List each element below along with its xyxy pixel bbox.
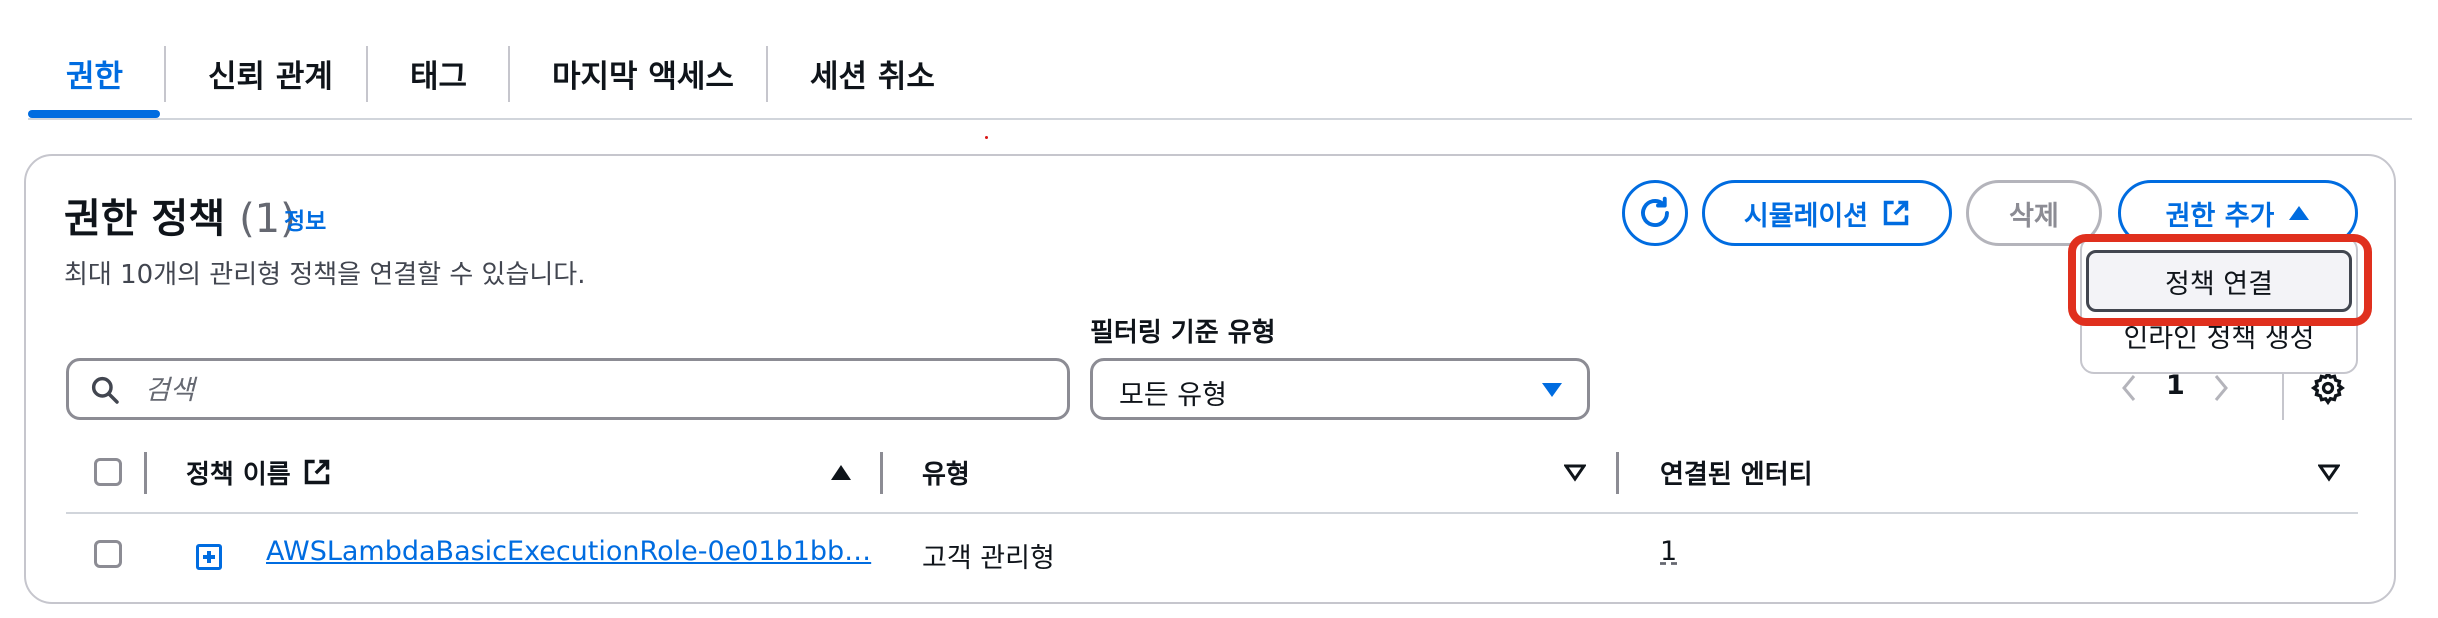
caret-down-icon (1542, 383, 1562, 397)
tab-divider (508, 46, 510, 102)
tab-tags[interactable]: 태그 (410, 40, 467, 106)
column-header-attached-entities[interactable]: 연결된 엔터티 (1660, 446, 1813, 498)
menu-item-create-inline-policy[interactable]: 인라인 정책 생성 (2082, 304, 2356, 366)
tab-permissions[interactable]: 권한 (66, 40, 123, 106)
policy-type-cell: 고객 관리형 (922, 543, 1055, 574)
tab-revoke-sessions[interactable]: 세션 취소 (810, 40, 935, 106)
chevron-left-icon[interactable] (2118, 370, 2140, 406)
filter-type-select[interactable]: 모든 유형 (1090, 358, 1590, 420)
external-link-icon (1883, 200, 1909, 226)
simulate-button[interactable]: 시뮬레이션 (1702, 180, 1952, 246)
active-tab-indicator (28, 110, 160, 118)
search-icon (91, 376, 119, 404)
sort-ascending-icon[interactable] (830, 464, 852, 482)
delete-button[interactable]: 삭제 (1966, 180, 2102, 246)
add-permissions-button-label: 권한 추가 (2165, 200, 2275, 232)
caret-up-icon (2289, 206, 2310, 220)
section-title-text: 권한 정책 (64, 196, 226, 242)
search-field (66, 358, 1070, 420)
menu-item-attach-policies[interactable]: 정책 연결 (2086, 250, 2352, 312)
add-permissions-menu: 정책 연결 인라인 정책 생성 (2080, 236, 2358, 374)
tab-bar-baseline (28, 118, 2412, 120)
column-divider (1616, 452, 1619, 494)
expand-row-icon[interactable] (196, 544, 222, 570)
sort-down-outline-icon[interactable] (1564, 464, 1586, 482)
filter-type-value: 모든 유형 (1119, 380, 1227, 411)
external-link-icon (304, 459, 329, 485)
gear-icon[interactable] (2310, 370, 2346, 406)
select-all-checkbox[interactable] (94, 458, 122, 486)
column-header-policy-name[interactable]: 정책 이름 (186, 446, 331, 498)
sort-down-outline-icon[interactable] (2318, 464, 2340, 482)
pagination: 1 (2118, 368, 2238, 412)
tab-divider (366, 46, 368, 102)
column-header-policy-name-label: 정책 이름 (186, 459, 291, 490)
chevron-right-icon[interactable] (2210, 370, 2232, 406)
filter-type-label: 필터링 기준 유형 (1090, 318, 1276, 348)
policy-name-link[interactable]: AWSLambdaBasicExecutionRole-0e01b1bb… (266, 536, 871, 567)
tab-divider (164, 46, 166, 102)
column-divider (144, 452, 147, 494)
tab-last-accessed[interactable]: 마지막 액세스 (552, 40, 734, 106)
tab-trust-relationships[interactable]: 신뢰 관계 (208, 40, 333, 106)
refresh-icon (1641, 196, 1669, 227)
red-dot-artifact (985, 136, 988, 139)
simulate-button-label: 시뮬레이션 (1743, 200, 1869, 232)
current-page[interactable]: 1 (2166, 370, 2185, 401)
tab-bar: 권한 신뢰 관계 태그 마지막 액세스 세션 취소 (28, 40, 2412, 120)
column-divider (880, 452, 883, 494)
section-title: 권한 정책 (1) (64, 186, 296, 244)
table-header-divider (66, 512, 2358, 514)
section-description: 최대 10개의 관리형 정책을 연결할 수 있습니다. (64, 260, 586, 290)
tab-divider (766, 46, 768, 102)
search-input[interactable] (143, 367, 1047, 413)
info-link[interactable]: 정보 (284, 202, 326, 236)
row-checkbox[interactable] (94, 540, 122, 568)
column-header-type[interactable]: 유형 (922, 446, 970, 498)
refresh-button[interactable] (1622, 180, 1688, 246)
attached-entities-count[interactable]: 1 (1660, 536, 1677, 567)
